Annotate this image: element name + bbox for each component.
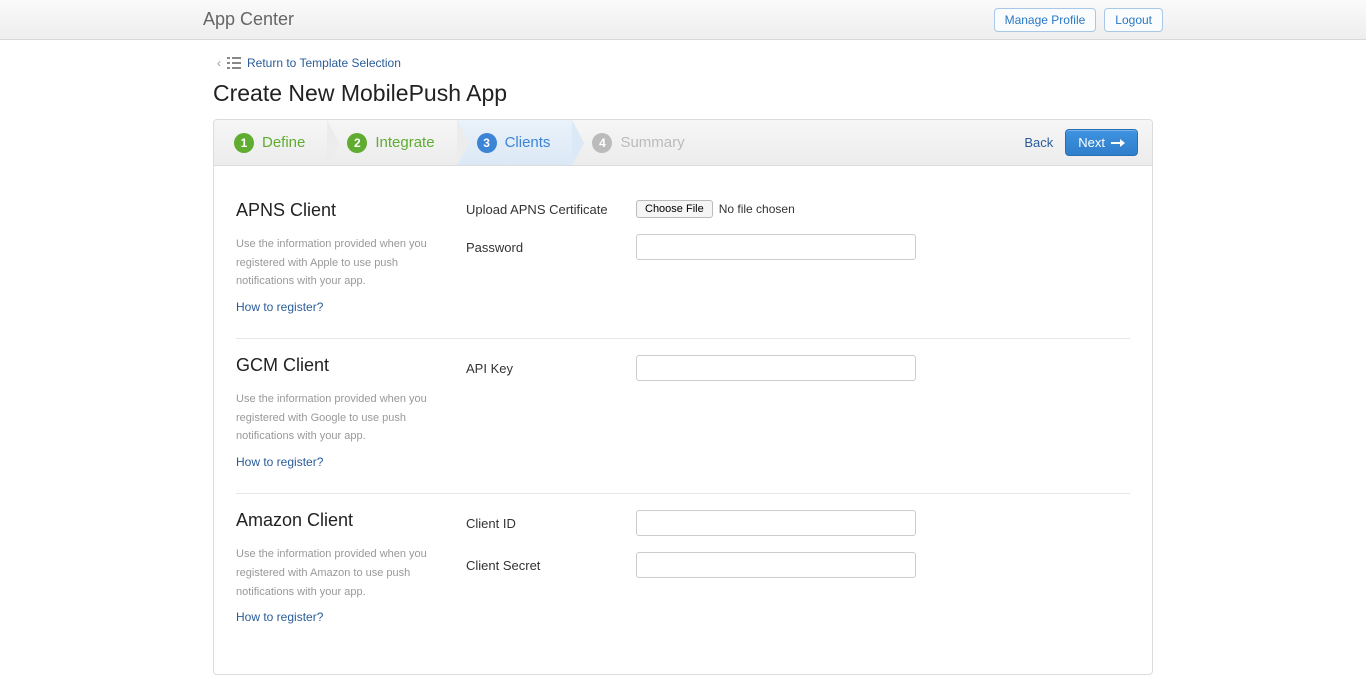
step-clients[interactable]: 3 Clients xyxy=(457,120,573,165)
step-label: Define xyxy=(262,134,305,151)
page-title: Create New MobilePush App xyxy=(213,80,1153,107)
step-number: 4 xyxy=(592,133,612,153)
logout-button[interactable]: Logout xyxy=(1104,8,1163,32)
gcm-how-to-register-link[interactable]: How to register? xyxy=(236,455,323,469)
step-number: 1 xyxy=(234,133,254,153)
gcm-apikey-input[interactable] xyxy=(636,355,916,381)
gcm-description: Use the information provided when you re… xyxy=(236,390,446,446)
amazon-clientid-input[interactable] xyxy=(636,510,916,536)
step-label: Clients xyxy=(505,134,551,151)
app-title: App Center xyxy=(203,9,294,30)
apns-password-input[interactable] xyxy=(636,234,916,260)
choose-file-button[interactable]: Choose File xyxy=(636,200,713,218)
file-chosen-status: No file chosen xyxy=(719,202,795,216)
apns-password-label: Password xyxy=(466,240,636,255)
apns-upload-label: Upload APNS Certificate xyxy=(466,202,636,217)
amazon-clientsecret-input[interactable] xyxy=(636,552,916,578)
step-label: Summary xyxy=(620,134,684,151)
step-summary[interactable]: 4 Summary xyxy=(572,120,706,165)
list-icon xyxy=(227,57,241,69)
wizard-box: 1 Define 2 Integrate 3 Clients 4 Summary… xyxy=(213,119,1153,675)
step-number: 3 xyxy=(477,133,497,153)
gcm-title: GCM Client xyxy=(236,355,446,376)
step-number: 2 xyxy=(347,133,367,153)
apns-title: APNS Client xyxy=(236,200,446,221)
manage-profile-button[interactable]: Manage Profile xyxy=(994,8,1097,32)
top-bar-actions: Manage Profile Logout xyxy=(994,8,1163,32)
amazon-section: Amazon Client Use the information provid… xyxy=(236,493,1130,648)
apns-section: APNS Client Use the information provided… xyxy=(236,184,1130,338)
step-bar: 1 Define 2 Integrate 3 Clients 4 Summary… xyxy=(214,120,1152,166)
amazon-description: Use the information provided when you re… xyxy=(236,545,446,601)
amazon-title: Amazon Client xyxy=(236,510,446,531)
return-row: ‹ Return to Template Selection xyxy=(217,56,1153,70)
gcm-section: GCM Client Use the information provided … xyxy=(236,338,1130,493)
next-button-label: Next xyxy=(1078,135,1105,150)
top-bar: App Center Manage Profile Logout xyxy=(0,0,1366,40)
step-label: Integrate xyxy=(375,134,434,151)
next-button[interactable]: Next xyxy=(1065,129,1138,156)
gcm-apikey-label: API Key xyxy=(466,361,636,376)
amazon-clientid-label: Client ID xyxy=(466,516,636,531)
step-integrate[interactable]: 2 Integrate xyxy=(327,120,456,165)
amazon-clientsecret-label: Client Secret xyxy=(466,558,636,573)
arrow-right-icon xyxy=(1111,139,1125,147)
return-to-template-link[interactable]: Return to Template Selection xyxy=(247,56,401,70)
step-define[interactable]: 1 Define xyxy=(214,120,327,165)
apns-description: Use the information provided when you re… xyxy=(236,235,446,291)
chevron-left-icon: ‹ xyxy=(217,56,221,70)
amazon-how-to-register-link[interactable]: How to register? xyxy=(236,610,323,624)
apns-how-to-register-link[interactable]: How to register? xyxy=(236,300,323,314)
back-link[interactable]: Back xyxy=(1024,135,1053,150)
